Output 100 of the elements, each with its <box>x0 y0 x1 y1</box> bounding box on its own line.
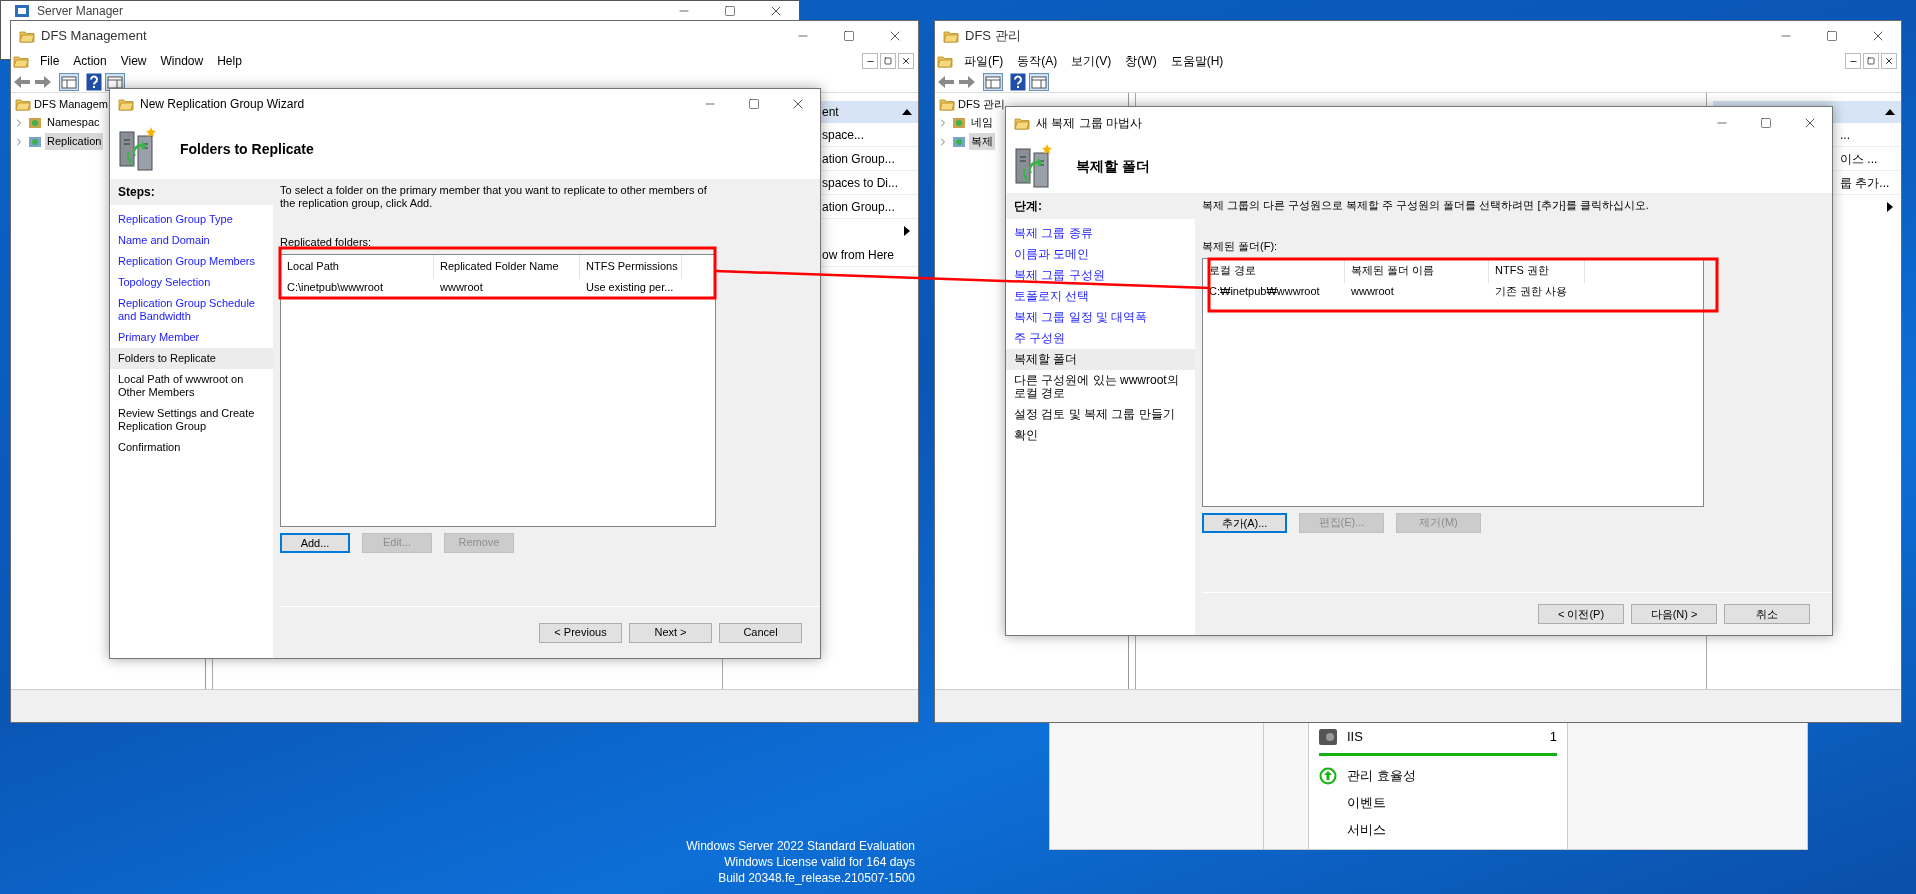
menu-item[interactable]: Window <box>153 52 211 70</box>
tree-item[interactable]: Namespac <box>45 114 102 131</box>
menu-item[interactable]: Help <box>210 52 249 70</box>
forward-arrow-icon[interactable] <box>958 74 976 89</box>
table-cell-text: 기존 권한 사용 <box>1494 284 1569 300</box>
list-label: Replicated folders: <box>280 235 373 250</box>
menu-item[interactable]: File <box>33 52 67 70</box>
submenu-arrow-icon[interactable] <box>1887 202 1893 212</box>
dialog-title: 새 복제 그룹 마법사 <box>1036 115 1142 132</box>
server-icon <box>1319 729 1337 745</box>
mdi-close-button[interactable] <box>1881 53 1897 69</box>
nav-button[interactable]: Cancel <box>719 622 802 643</box>
menu-item[interactable]: View <box>113 52 154 70</box>
help-icon[interactable] <box>1010 72 1026 91</box>
pane-toggle-icon[interactable] <box>105 72 125 91</box>
table-cell-text: wwwroot <box>439 280 484 296</box>
forward-arrow-icon[interactable] <box>34 74 52 89</box>
tile-item[interactable]: 관리 효율성 <box>1347 765 1416 786</box>
wizard-step[interactable]: 복제 그룹 일정 및 대역폭 <box>1006 307 1195 328</box>
list-button[interactable]: 추가(A)... <box>1202 512 1287 533</box>
tile-title[interactable]: IIS <box>1347 727 1363 747</box>
nav-button[interactable]: 취소 <box>1724 604 1810 624</box>
wizard-step[interactable]: Confirmation <box>110 437 273 458</box>
folder-list[interactable]: 로컬 경로 복제된 폴더 이름 NTFS 권한 C:₩inetpub₩wwwroot wwwroot 기존 권한 사용 <box>1202 257 1704 507</box>
column-header[interactable]: Replicated Folder Name <box>434 254 580 279</box>
tree-item[interactable]: 복제 <box>969 133 995 150</box>
help-icon[interactable] <box>86 72 102 91</box>
wizard-step[interactable]: 설정 검토 및 복제 그룹 만들기 <box>1006 404 1195 425</box>
action-pane-link[interactable]: 이스 ... <box>1840 149 1878 168</box>
pane-toggle-icon[interactable] <box>983 72 1003 91</box>
mdi-minimize-button[interactable] <box>862 53 878 69</box>
pane-toggle-icon[interactable] <box>59 72 79 91</box>
column-header[interactable]: Local Path <box>281 254 434 279</box>
tile-count: 1 <box>1549 728 1557 747</box>
folder-icon <box>937 54 953 68</box>
mdi-minimize-button[interactable] <box>1845 53 1861 69</box>
menu-item[interactable]: 도움말(H) <box>1163 52 1231 70</box>
column-header[interactable]: 복제된 폴더 이름 <box>1345 258 1489 283</box>
wizard-step[interactable]: 복제 그룹 종류 <box>1006 223 1195 244</box>
tree-item[interactable]: Replication <box>45 133 104 150</box>
menu-item[interactable]: Action <box>66 52 114 70</box>
restore-icon <box>884 57 892 65</box>
wizard-step[interactable]: Topology Selection <box>110 272 273 293</box>
wizard-step[interactable]: 다른 구성원에 있는 wwwroot의 로컬 경로 <box>1006 370 1195 404</box>
menu-item[interactable]: 보기(V) <box>1064 52 1119 70</box>
menu-item[interactable]: 파일(F) <box>957 52 1011 70</box>
list-label: 복제된 폴더(F): <box>1202 239 1279 254</box>
column-header[interactable]: NTFS Permissions <box>580 254 682 279</box>
wizard-step[interactable]: Replication Group Members <box>110 251 273 272</box>
action-pane-link[interactable]: ... <box>1840 125 1850 144</box>
wizard-step[interactable]: Replication Group Type <box>110 209 273 230</box>
nav-button[interactable]: < 이전(P) <box>1538 604 1624 624</box>
action-pane-link[interactable]: 룹 추가... <box>1840 173 1890 192</box>
window-title: Server Manager <box>37 3 124 20</box>
action-pane-link[interactable]: ation Group... <box>822 149 895 168</box>
maximize-icon <box>843 30 855 42</box>
back-arrow-icon[interactable] <box>937 74 955 89</box>
back-arrow-icon[interactable] <box>13 74 31 89</box>
menu-item[interactable]: 동작(A) <box>1010 52 1065 70</box>
folder-icon <box>118 97 134 111</box>
wizard-step[interactable]: 주 구성원 <box>1006 328 1195 349</box>
nav-button[interactable]: Next > <box>629 622 712 643</box>
action-pane-link[interactable]: space... <box>822 125 865 144</box>
wizard-step[interactable]: 복제 그룹 구성원 <box>1006 265 1195 286</box>
wizard-step[interactable]: 토폴로지 선택 <box>1006 286 1195 307</box>
nav-button[interactable]: < Previous <box>539 622 622 643</box>
desktop-watermark-text: Windows License valid for 164 days <box>724 854 915 870</box>
table-cell-text: C:₩inetpub₩wwwroot <box>1208 284 1321 300</box>
maximize-icon <box>1760 117 1772 129</box>
list-button[interactable]: Add... <box>280 532 350 553</box>
wizard-step[interactable]: Primary Member <box>110 327 273 348</box>
collapse-triangle-icon[interactable] <box>1885 109 1895 115</box>
wizard-step[interactable]: Name and Domain <box>110 230 273 251</box>
wizard-step[interactable]: Replication Group Schedule and Bandwidth <box>110 293 273 327</box>
collapse-triangle-icon[interactable] <box>902 109 912 115</box>
action-pane-link[interactable]: ow from Here <box>822 245 895 264</box>
tree-item[interactable]: 네임 <box>969 114 995 131</box>
wizard-step[interactable]: 확인 <box>1006 425 1195 446</box>
action-pane-link[interactable]: spaces to Di... <box>822 173 899 192</box>
folder-list[interactable]: Local Path Replicated Folder Name NTFS Permissions C:\inetpub\wwwroot wwwroot Use existing per... <box>280 253 716 527</box>
column-header[interactable]: 로컬 경로 <box>1203 258 1345 283</box>
instructions-text: 복제 그룹의 다른 구성원으로 복제할 주 구성원의 폴더를 선택하려면 [추가]를 클릭하십시오. <box>1202 199 1650 212</box>
wizard-step[interactable]: Review Settings and Create Replication Group <box>110 403 273 437</box>
action-pane-link[interactable]: ation Group... <box>822 197 895 216</box>
menu-item[interactable]: 창(W) <box>1118 52 1164 70</box>
submenu-arrow-icon[interactable] <box>904 226 910 236</box>
tile-item[interactable]: 서비스 <box>1347 819 1386 840</box>
pane-toggle-icon[interactable] <box>1029 72 1049 91</box>
column-header[interactable]: NTFS 권한 <box>1489 258 1585 283</box>
nav-button[interactable]: 다음(N) > <box>1631 604 1717 624</box>
maximize-icon <box>748 98 760 110</box>
mdi-close-button[interactable] <box>898 53 914 69</box>
wizard-step[interactable]: Folders to Replicate <box>110 348 273 369</box>
steps-header: 단계: <box>1006 193 1195 219</box>
wizard-step[interactable]: 이름과 도메인 <box>1006 244 1195 265</box>
wizard-step[interactable]: 복제할 폴더 <box>1006 349 1195 370</box>
tree-item[interactable]: DFS Managem <box>34 95 108 113</box>
tree-item[interactable]: DFS 관리 <box>958 95 1006 113</box>
tile-item[interactable]: 이벤트 <box>1347 792 1386 813</box>
wizard-step[interactable]: Local Path of wwwroot on Other Members <box>110 369 273 403</box>
